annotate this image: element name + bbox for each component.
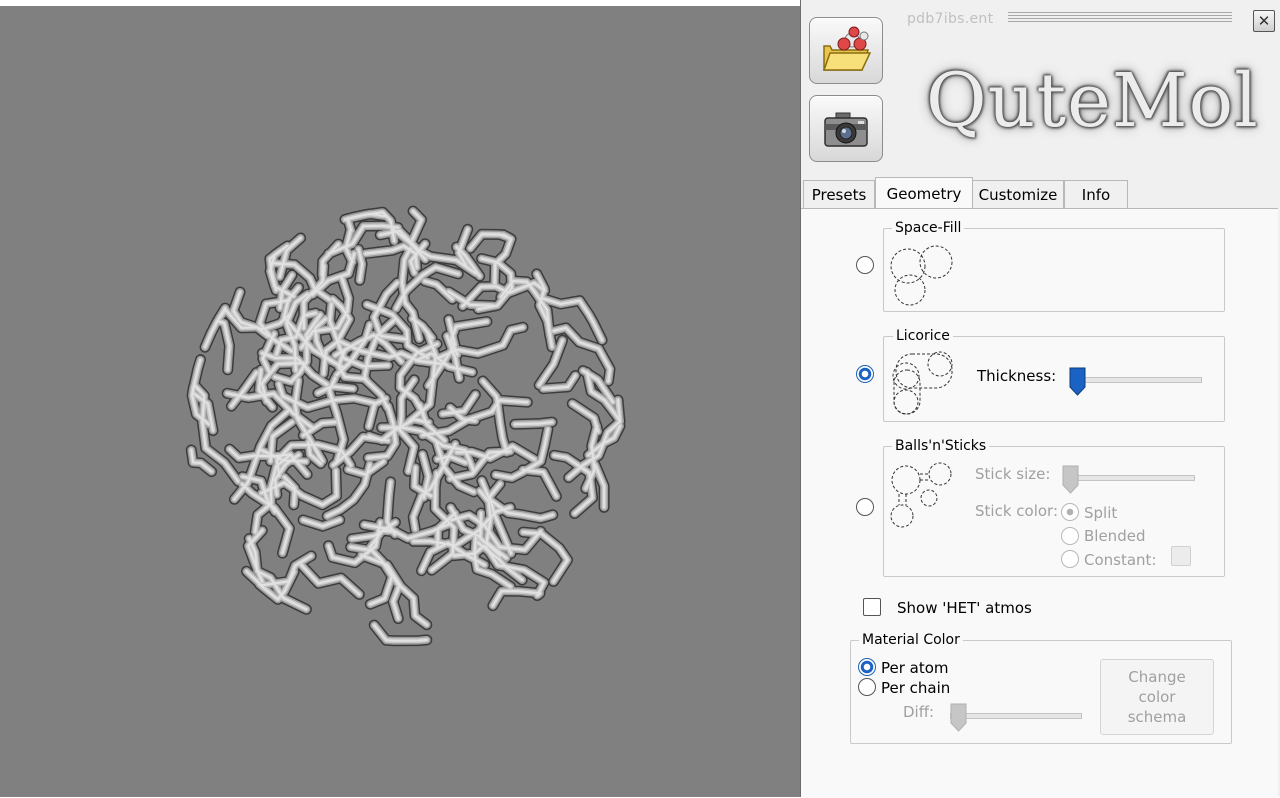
diff-slider-handle[interactable]: [950, 703, 968, 733]
stick-color-split-radio[interactable]: [1061, 503, 1079, 521]
tab-info[interactable]: Info: [1064, 180, 1128, 209]
stick-color-constant-radio[interactable]: [1061, 550, 1079, 568]
show-het-checkbox[interactable]: [863, 598, 881, 616]
licorice-radio[interactable]: [856, 365, 874, 383]
licorice-preview-icon: [892, 351, 953, 415]
change-color-schema-button[interactable]: Change color schema: [1100, 659, 1214, 735]
change-color-schema-line-1: Change: [1128, 668, 1186, 686]
molecule-viewport[interactable]: [0, 6, 800, 797]
thickness-label: Thickness:: [977, 367, 1057, 385]
tab-presets[interactable]: Presets: [803, 180, 875, 209]
stick-color-split-label: Split: [1084, 504, 1118, 522]
close-icon: ✕: [1257, 11, 1271, 30]
stick-size-slider-track: [1063, 475, 1195, 481]
open-folder-molecule-icon: [822, 26, 872, 71]
stick-color-constant-label: Constant:: [1084, 551, 1157, 569]
space-fill-radio[interactable]: [856, 256, 874, 274]
balls-sticks-preview-icon: [890, 462, 952, 528]
per-chain-label: Per chain: [881, 679, 951, 697]
file-name: pdb7ibs.ent: [907, 11, 994, 27]
change-color-schema-line-2: color: [1138, 688, 1176, 706]
open-file-button[interactable]: [809, 17, 883, 84]
stick-size-label: Stick size:: [975, 465, 1051, 483]
thickness-slider-track: [1070, 377, 1202, 383]
space-fill-title: Space-Fill: [892, 220, 965, 236]
change-color-schema-line-3: schema: [1127, 708, 1187, 726]
per-atom-label: Per atom: [881, 659, 949, 677]
stick-color-blended-label: Blended: [1084, 527, 1146, 545]
show-het-label: Show 'HET' atmos: [897, 599, 1032, 617]
balls-sticks-radio[interactable]: [856, 498, 874, 516]
app-logo: QuteMol: [926, 58, 1259, 144]
per-chain-radio[interactable]: [858, 678, 876, 696]
stick-size-slider-handle[interactable]: [1062, 465, 1080, 495]
title-bar-grip: [1008, 12, 1232, 26]
thickness-slider-handle[interactable]: [1069, 367, 1087, 397]
molecule-render: [185, 205, 626, 647]
tab-customize[interactable]: Customize: [972, 180, 1064, 209]
stick-color-label: Stick color:: [975, 502, 1058, 520]
balls-sticks-title: Balls'n'Sticks: [892, 438, 990, 454]
camera-icon: [824, 112, 868, 147]
diff-label: Diff:: [903, 703, 935, 721]
material-color-title: Material Color: [859, 632, 963, 648]
per-atom-radio[interactable]: [858, 658, 876, 676]
tab-geometry[interactable]: Geometry: [875, 177, 973, 210]
constant-color-swatch[interactable]: [1171, 546, 1191, 566]
snapshot-button[interactable]: [809, 95, 883, 162]
stick-color-blended-radio[interactable]: [1061, 527, 1079, 545]
licorice-title: Licorice: [893, 328, 953, 344]
space-fill-preview-icon: [890, 245, 953, 306]
close-button[interactable]: ✕: [1253, 10, 1275, 32]
diff-slider-track: [950, 713, 1082, 719]
